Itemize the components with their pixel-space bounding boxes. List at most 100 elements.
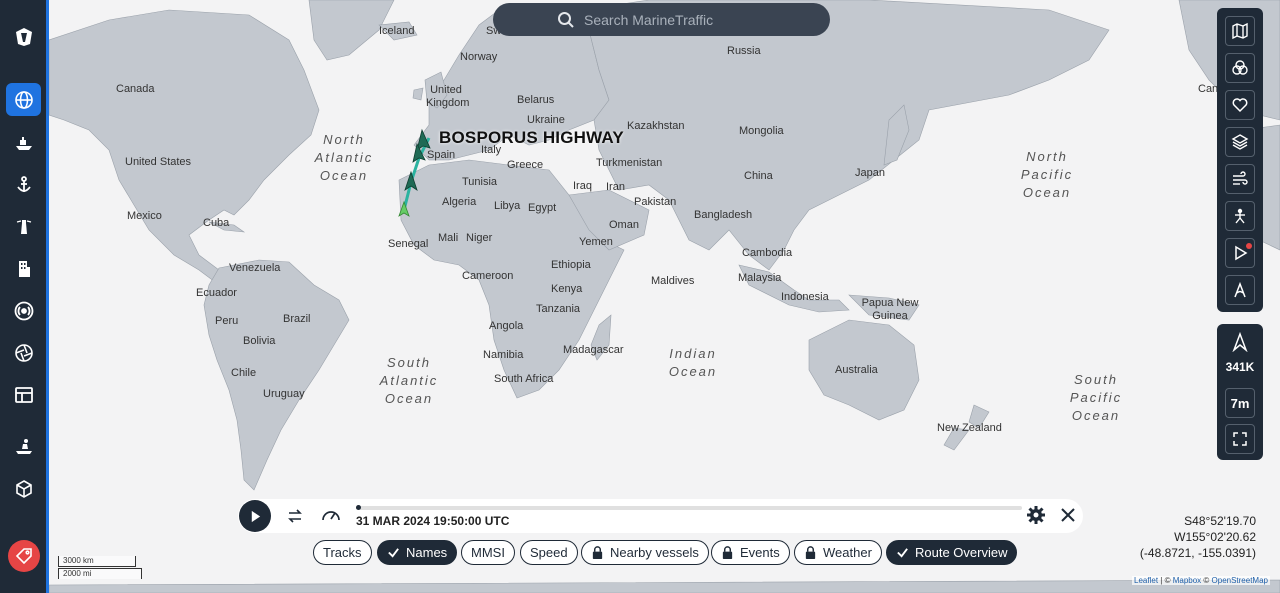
chip-label: Names [406, 545, 448, 560]
layers-icon[interactable] [1225, 127, 1255, 157]
check-icon [388, 548, 399, 558]
country-label: Malaysia [738, 272, 782, 284]
mapbox-link[interactable]: Mapbox [1173, 576, 1201, 585]
country-label: New Zealand [937, 422, 1002, 434]
globe-icon[interactable] [6, 83, 41, 116]
zoom-time-button[interactable]: 7m [1225, 388, 1255, 418]
lock-icon [805, 546, 816, 559]
ocean-label: South Pacific Ocean [1069, 372, 1123, 423]
chip-label: Speed [530, 545, 568, 560]
left-sidebar [0, 0, 49, 593]
ship-icon[interactable] [6, 126, 41, 159]
country-label: Iran [606, 181, 625, 193]
country-label: Ethiopia [551, 259, 591, 271]
country-label: Libya [494, 200, 521, 212]
filter-circles-icon[interactable] [1225, 53, 1255, 83]
search-icon [558, 12, 574, 28]
country-label: Can [1198, 83, 1219, 95]
search-bar[interactable]: Search MarineTraffic [493, 3, 830, 36]
country-label: Maldives [651, 275, 695, 287]
chip-speed[interactable]: Speed [520, 540, 578, 565]
table-icon[interactable] [6, 378, 41, 411]
country-label: Kenya [551, 283, 583, 295]
close-icon[interactable] [1060, 507, 1076, 523]
vessel-count: 341K [1225, 360, 1255, 374]
map-nav-panel: 341K 7m [1217, 324, 1263, 460]
north-arrow-icon[interactable] [1231, 331, 1249, 353]
chip-label: MMSI [471, 545, 505, 560]
map-attribution: Leaflet | © Mapbox © OpenStreetMap [1132, 576, 1270, 585]
vessel-name-label[interactable]: BOSPORUS HIGHWAY [439, 128, 624, 148]
fullscreen-icon[interactable] [1225, 424, 1255, 454]
country-label: Cameroon [462, 270, 514, 282]
timeline-handle[interactable] [356, 505, 361, 510]
cube-icon[interactable] [6, 472, 41, 505]
country-label: Senegal [388, 238, 429, 250]
chip-mmsi[interactable]: MMSI [461, 540, 515, 565]
country-label: Uruguay [263, 388, 305, 400]
leaflet-link[interactable]: Leaflet [1134, 576, 1158, 585]
anchor-icon[interactable] [6, 168, 41, 201]
country-label: Spain [427, 149, 456, 161]
scale-mi: 2000 mi [58, 568, 142, 579]
map-icon[interactable] [1225, 16, 1255, 46]
ocean-label: North Pacific Ocean [1020, 149, 1074, 200]
logo-icon[interactable] [6, 20, 41, 53]
country-label: Pakistan [634, 196, 677, 208]
swap-icon[interactable] [286, 507, 304, 525]
lock-icon [722, 546, 733, 559]
attrib-sep: | © [1158, 576, 1173, 585]
country-label: Ecuador [196, 287, 237, 299]
measure-icon[interactable] [1225, 201, 1255, 231]
country-label: Australia [835, 364, 878, 376]
country-label: Cambodia [742, 247, 793, 259]
country-label: South Africa [494, 373, 554, 385]
country-label: Cuba [203, 217, 230, 229]
map-tools-panel [1217, 8, 1263, 312]
play-button[interactable] [239, 500, 271, 532]
osm-link[interactable]: OpenStreetMap [1212, 576, 1268, 585]
play-icon [251, 510, 260, 522]
country-label: Bolivia [243, 335, 276, 347]
country-label: Venezuela [229, 262, 281, 274]
broadcast-icon[interactable] [6, 294, 41, 327]
scale-km: 3000 km [58, 556, 136, 567]
playback-timeline: 31 MAR 2024 19:50:00 UTC [238, 499, 1083, 533]
chip-names[interactable]: Names [377, 540, 458, 565]
wind-icon[interactable] [1225, 164, 1255, 194]
tag-icon[interactable] [8, 540, 40, 572]
chip-label: Route Overview [915, 545, 1008, 560]
aperture-icon[interactable] [6, 336, 41, 369]
chip-route-overview[interactable]: Route Overview [886, 540, 1018, 565]
speedometer-icon[interactable] [320, 505, 342, 525]
notification-dot [1246, 243, 1252, 249]
country-label: Niger [466, 232, 493, 244]
country-label: Bangladesh [694, 209, 753, 221]
country-label: United Kingdom [426, 84, 470, 109]
timeline-timestamp: 31 MAR 2024 19:50:00 UTC [356, 514, 510, 528]
chip-tracks[interactable]: Tracks [313, 540, 372, 565]
chip-nearby-vessels[interactable]: Nearby vessels [581, 540, 709, 565]
route-icon[interactable] [1225, 275, 1255, 305]
chip-weather[interactable]: Weather [794, 540, 882, 565]
boat-person-icon[interactable] [6, 430, 41, 463]
country-label: Indonesia [781, 291, 829, 303]
search-input[interactable]: Search MarineTraffic [584, 12, 713, 28]
gear-icon[interactable] [1026, 505, 1046, 525]
country-label: Chile [231, 367, 257, 379]
timeline-track[interactable] [356, 506, 1022, 510]
building-icon[interactable] [6, 252, 41, 285]
country-label: Oman [609, 219, 639, 231]
ocean-label: Indian Ocean [668, 346, 718, 379]
country-label: Iraq [573, 180, 592, 192]
country-label: Angola [489, 320, 524, 332]
coord-lat: S48°52'19.70 [1184, 514, 1256, 528]
attrib-sep: © [1201, 576, 1212, 585]
country-label: Mali [438, 232, 459, 244]
chip-events[interactable]: Events [711, 540, 790, 565]
chip-label: Weather [823, 545, 872, 560]
cursor-coordinates: S48°52'19.70 W155°02'20.62 (-48.8721, -1… [1140, 513, 1256, 561]
heart-icon[interactable] [1225, 90, 1255, 120]
country-label: Mexico [127, 210, 162, 222]
lighthouse-icon[interactable] [6, 210, 41, 243]
